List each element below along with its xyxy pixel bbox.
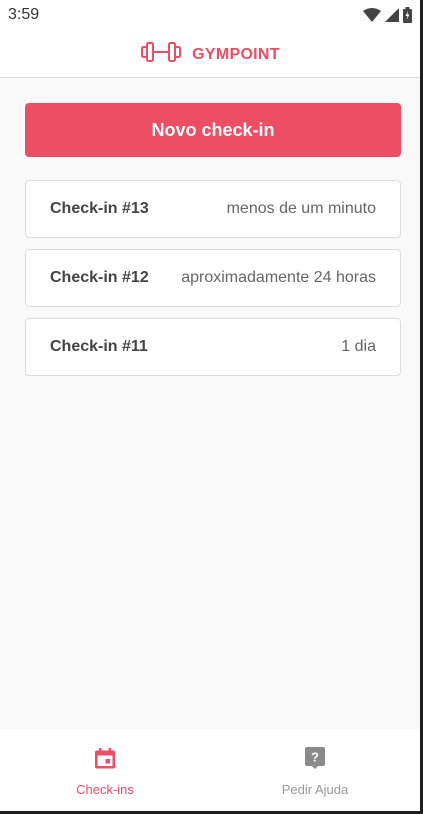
list-item[interactable]: Check-in #13 menos de um minuto bbox=[25, 180, 401, 238]
checkin-title: Check-in #12 bbox=[50, 269, 149, 286]
svg-text:?: ? bbox=[311, 750, 319, 765]
list-item[interactable]: Check-in #11 1 dia bbox=[25, 318, 401, 376]
brand-name: GYMPOINT bbox=[192, 45, 280, 63]
list-item[interactable]: Check-in #12 aproximadamente 24 horas bbox=[25, 249, 401, 307]
help-icon: ? bbox=[305, 747, 325, 774]
tab-bar: Check-ins ? Pedir Ajuda bbox=[0, 729, 420, 811]
app-screen: 3:59 GYMPOINT Novo check-in Check-in #13… bbox=[0, 0, 420, 811]
status-icons bbox=[363, 7, 412, 28]
calendar-icon bbox=[95, 747, 115, 774]
wifi-icon bbox=[363, 8, 381, 27]
status-bar: 3:59 bbox=[0, 0, 420, 32]
tab-checkins[interactable]: Check-ins bbox=[0, 729, 210, 811]
checkin-title: Check-in #11 bbox=[50, 338, 148, 355]
checkin-time: 1 dia bbox=[341, 338, 376, 355]
signal-icon bbox=[385, 8, 399, 27]
checkin-list: Check-in #13 menos de um minuto Check-in… bbox=[25, 180, 401, 387]
brand: GYMPOINT bbox=[140, 41, 280, 68]
new-checkin-button[interactable]: Novo check-in bbox=[25, 103, 401, 157]
checkin-title: Check-in #13 bbox=[50, 200, 149, 217]
dumbbell-icon bbox=[140, 41, 182, 68]
tab-help[interactable]: ? Pedir Ajuda bbox=[210, 729, 420, 811]
checkin-time: aproximadamente 24 horas bbox=[181, 269, 376, 286]
tab-label: Pedir Ajuda bbox=[281, 782, 349, 797]
status-time: 3:59 bbox=[8, 6, 40, 23]
checkin-time: menos de um minuto bbox=[226, 200, 376, 217]
battery-icon bbox=[403, 7, 412, 28]
app-header: GYMPOINT bbox=[0, 32, 420, 78]
tab-label: Check-ins bbox=[76, 781, 134, 797]
